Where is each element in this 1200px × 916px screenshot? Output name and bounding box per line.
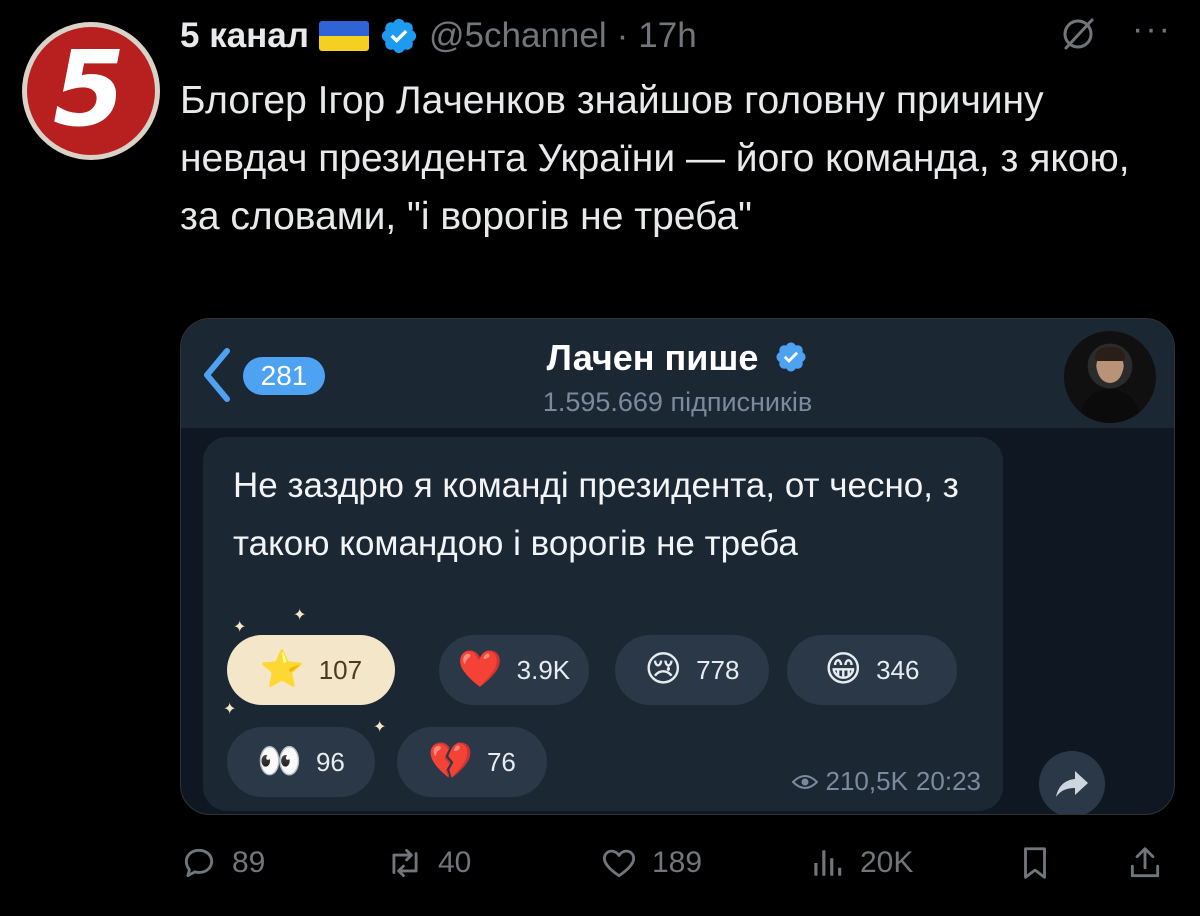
telegram-view-count: 210,5K	[825, 766, 908, 796]
reply-icon	[184, 848, 214, 878]
bookmark-icon	[1024, 847, 1046, 879]
channel-avatar[interactable]: 5	[22, 22, 160, 160]
sparkle-icon: ✦	[233, 619, 247, 636]
sparkle-icon: ✦	[373, 719, 387, 736]
reply-count: 89	[232, 846, 266, 879]
share-button[interactable]	[1126, 838, 1164, 888]
more-options-icon[interactable]: ···	[1132, 12, 1172, 46]
reaction-eyes: 👀 96	[227, 727, 375, 797]
share-arrow-icon	[1056, 771, 1088, 797]
crying-face-icon: 😢	[644, 649, 683, 690]
telegram-channel-title: Лачен пише	[181, 337, 1174, 379]
heart-icon: ❤️	[457, 649, 503, 690]
telegram-subscriber-count: 1.595.669 підписників	[542, 387, 813, 417]
sparkle-icon: ✦	[293, 607, 307, 624]
views-chart-icon	[814, 850, 842, 876]
grinning-face-icon: 😁	[824, 649, 863, 690]
retweet-icon	[392, 848, 418, 878]
reaction-grin: 😁 346	[787, 635, 957, 705]
telegram-header: 281 Лачен пише 1.595.669 підписників	[181, 319, 1174, 429]
star-icon: ⭐	[259, 649, 305, 690]
tweet-header: 5 канал @5channel · 17h	[180, 14, 697, 58]
reaction-star: ⭐ 107	[227, 635, 395, 705]
ukraine-flag-icon	[319, 21, 370, 51]
reaction-count: 96	[315, 746, 345, 777]
eyes-icon: 👀	[257, 741, 302, 782]
views-count: 20K	[860, 846, 914, 879]
reaction-heart: ❤️ 3.9K	[439, 635, 589, 705]
header-actions: ···	[1058, 12, 1172, 54]
timestamp[interactable]: 17h	[638, 16, 696, 56]
telegram-message-text: Не заздрю я команді президента, от чесно…	[233, 466, 959, 563]
sparkle-icon: ✦	[223, 701, 237, 718]
verified-badge-icon	[381, 18, 417, 54]
bookmark-button[interactable]	[1016, 838, 1054, 888]
reaction-broken-heart: 💔 76	[397, 727, 547, 797]
reaction-count: 346	[876, 654, 920, 685]
reaction-crying: 😢 778	[615, 635, 769, 705]
telegram-channel-avatar	[1064, 331, 1156, 423]
separator-dot: ·	[616, 16, 629, 55]
reaction-count: 3.9K	[516, 654, 571, 685]
retweet-button[interactable]: 40	[386, 838, 471, 888]
share-icon	[1130, 847, 1160, 878]
tweet-text: Блогер Ігор Лаченков знайшов головну при…	[180, 79, 1130, 238]
like-button[interactable]: 189	[600, 838, 702, 888]
tweet-action-bar: 89 40 189 20K	[180, 838, 1170, 888]
telegram-channel-name: Лачен пише	[546, 337, 759, 378]
retweet-count: 40	[438, 846, 472, 879]
eye-icon	[791, 774, 818, 789]
views-button[interactable]: 20K	[808, 838, 913, 888]
tweet-media-image[interactable]: 281 Лачен пише 1.595.669 підписників Не …	[180, 318, 1175, 815]
avatar-logo: 5	[52, 28, 126, 150]
telegram-message-meta: 210,5K 20:23	[791, 766, 981, 797]
telegram-message-bubble: Не заздрю я команді президента, от чесно…	[203, 437, 1003, 811]
telegram-message-time: 20:23	[915, 766, 981, 796]
like-count: 189	[652, 846, 703, 879]
handle[interactable]: @5channel	[429, 16, 607, 56]
telegram-verified-icon	[776, 342, 806, 372]
reply-button[interactable]: 89	[180, 838, 265, 888]
telegram-share-button	[1039, 751, 1105, 814]
grok-icon[interactable]	[1058, 14, 1098, 54]
heart-outline-icon	[602, 849, 636, 878]
broken-heart-icon: 💔	[428, 741, 473, 782]
reaction-count: 76	[486, 746, 516, 777]
reaction-count: 778	[696, 654, 740, 685]
reaction-count: 107	[318, 654, 363, 685]
display-name[interactable]: 5 канал	[180, 16, 309, 56]
